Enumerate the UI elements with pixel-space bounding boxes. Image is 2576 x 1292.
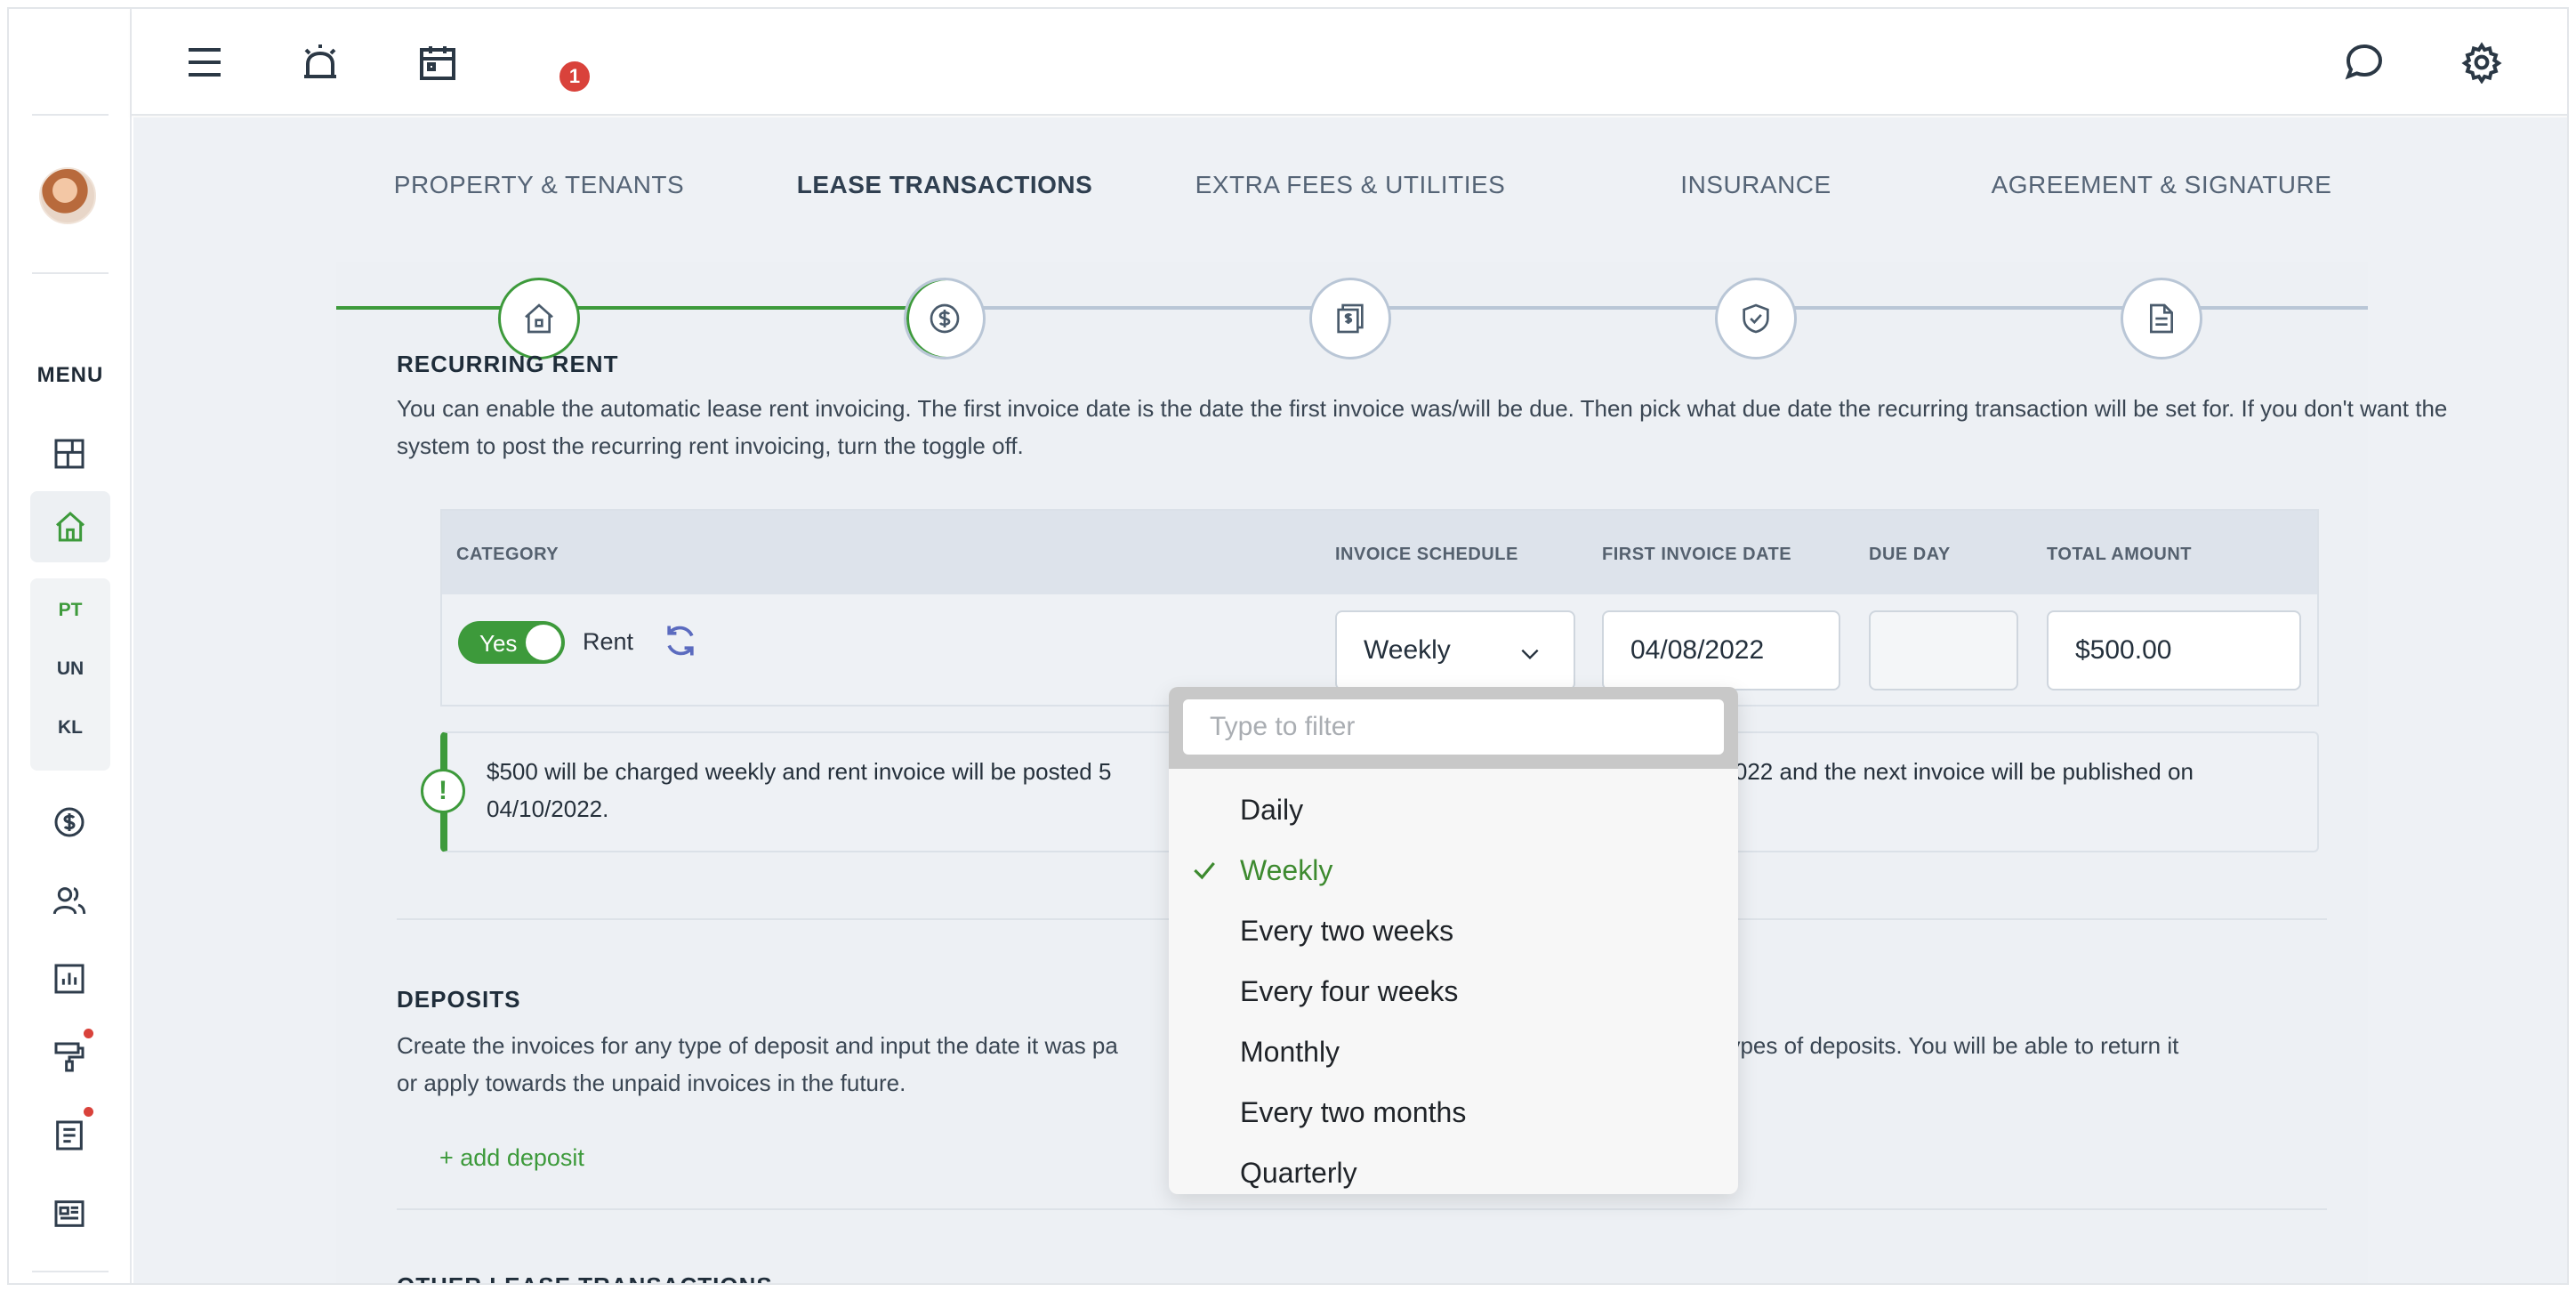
sidebar-divider [32,272,109,274]
people-icon[interactable] [46,877,93,924]
dropdown-filter-header [1169,687,1738,769]
deposits-title: DEPOSITS [397,986,521,1013]
sidebar-item-kl[interactable]: KL [30,717,110,739]
chat-icon[interactable] [2339,37,2389,87]
toggle-knob [526,625,561,660]
column-header-invoice-schedule: INVOICE SCHEDULE [1335,545,1518,564]
invoice-schedule-select[interactable]: Weekly [1335,610,1575,690]
check-icon [1194,861,1215,880]
toggle-label: Yes [479,630,518,657]
app-window: MENU PT UN KL 1 PROPERTY & TENANTS LEASE… [7,7,2569,1285]
deposits-text-line2: or apply towards the unpaid invoices in … [397,1070,906,1096]
schedule-value: Weekly [1364,635,1451,665]
exclamation-icon: ! [421,769,465,813]
sidebar: MENU PT UN KL [9,9,132,1283]
option-every-two-months[interactable]: Every two months [1169,1082,1738,1143]
category-rent: Rent [583,628,634,655]
option-daily[interactable]: Daily [1169,779,1738,840]
gear-icon[interactable] [2457,37,2507,87]
table-header: CATEGORY INVOICE SCHEDULE FIRST INVOICE … [442,511,2317,594]
sidebar-divider [32,1271,109,1272]
deposits-text-left: Create the invoices for any type of depo… [397,1032,1118,1059]
newspaper-icon[interactable] [46,1191,93,1237]
alarm-icon[interactable] [295,37,345,87]
reports-icon[interactable] [46,956,93,1002]
home-icon [56,511,85,542]
avatar[interactable] [39,167,96,224]
dollar-circle-icon [930,303,960,334]
notification-badge: 1 [557,59,592,94]
step-label-lease-transactions[interactable]: LEASE TRANSACTIONS [797,171,1093,199]
option-every-four-weeks[interactable]: Every four weeks [1169,961,1738,1021]
recurring-icon [667,626,694,656]
bills-icon [1337,303,1364,334]
first-invoice-date-input[interactable]: 04/08/2022 [1602,610,1840,690]
document-icon [2150,303,2173,334]
alert-dot [84,1029,93,1038]
option-label: Every two months [1240,1095,1467,1128]
schedule-dropdown: Daily Weekly Every two weeks Every four … [1169,687,1738,1194]
step-label-agreement[interactable]: AGREEMENT & SIGNATURE [1992,171,2332,199]
total-amount-input[interactable]: $500.00 [2047,610,2301,690]
notice-text-left: $500 will be charged weekly and rent inv… [487,758,1112,785]
wizard-stepper: PROPERTY & TENANTS LEASE TRANSACTIONS EX… [336,171,2368,359]
step-insurance[interactable] [1715,278,1797,359]
step-lease-transactions[interactable] [904,278,986,359]
option-every-two-weeks[interactable]: Every two weeks [1169,900,1738,961]
chevron-down-icon [1521,649,1539,660]
sidebar-property-group: PT UN KL [30,578,110,771]
notice-text-right: 2022 and the next invoice will be publis… [1721,758,2194,785]
notice-text-line2: 04/10/2022. [487,795,609,822]
recurring-toggle[interactable]: Yes [458,621,565,664]
hamburger-menu-icon[interactable] [180,37,229,87]
sidebar-item-un[interactable]: UN [30,658,110,680]
step-label-insurance[interactable]: INSURANCE [1680,171,1831,199]
dollar-icon[interactable] [46,799,93,845]
home-icon [525,303,553,334]
option-label: Every two weeks [1240,914,1454,947]
sidebar-item-properties[interactable] [30,491,110,562]
column-header-category: CATEGORY [456,545,559,564]
option-label: Daily [1240,793,1304,826]
add-deposit-link[interactable]: + add deposit [439,1144,584,1172]
column-header-first-invoice-date: FIRST INVOICE DATE [1602,545,1792,564]
due-day-input[interactable] [1869,610,2018,690]
option-label: Monthly [1240,1035,1340,1068]
sidebar-divider [32,114,109,116]
other-transactions-title: OTHER LEASE TRANSACTIONS [397,1272,773,1283]
document-list-icon[interactable] [46,1112,93,1159]
recurring-rent-title: RECURRING RENT [397,351,619,377]
shield-icon [1743,303,1769,334]
option-label: Every four weeks [1240,974,1459,1007]
total-amount-value: $500.00 [2075,635,2172,665]
section-divider [397,1208,2327,1210]
option-monthly[interactable]: Monthly [1169,1021,1738,1082]
recurring-rent-description: You can enable the automatic lease rent … [397,395,2448,459]
filter-input[interactable] [1183,699,1724,755]
step-agreement[interactable] [2121,278,2202,359]
main-content: PROPERTY & TENANTS LEASE TRANSACTIONS EX… [133,117,2567,1283]
step-label-extra-fees[interactable]: EXTRA FEES & UTILITIES [1195,171,1506,199]
option-weekly[interactable]: Weekly [1169,840,1738,900]
step-property-tenants[interactable] [498,278,580,359]
column-header-total-amount: TOTAL AMOUNT [2047,545,2193,564]
top-bar: 1 [132,9,2567,116]
recurring-rent-table: CATEGORY INVOICE SCHEDULE FIRST INVOICE … [440,509,2319,707]
option-label: Weekly [1240,853,1333,886]
step-extra-fees[interactable] [1309,278,1391,359]
step-label-property-tenants[interactable]: PROPERTY & TENANTS [394,171,684,199]
alert-dot [84,1107,93,1117]
step-progress-line [336,306,945,310]
sidebar-item-pt[interactable]: PT [30,600,110,621]
dashboard-icon[interactable] [46,431,93,477]
first-invoice-date-value: 04/08/2022 [1630,635,1765,665]
paint-roller-icon[interactable] [46,1034,93,1080]
option-quarterly[interactable]: Quarterly [1169,1143,1738,1194]
deposits-text-right: tional types of deposits. You will be ab… [1660,1032,2179,1059]
column-header-due-day: DUE DAY [1869,545,1951,564]
calendar-icon[interactable] [413,37,463,87]
menu-label: MENU [36,363,104,387]
option-label: Quarterly [1240,1156,1357,1189]
